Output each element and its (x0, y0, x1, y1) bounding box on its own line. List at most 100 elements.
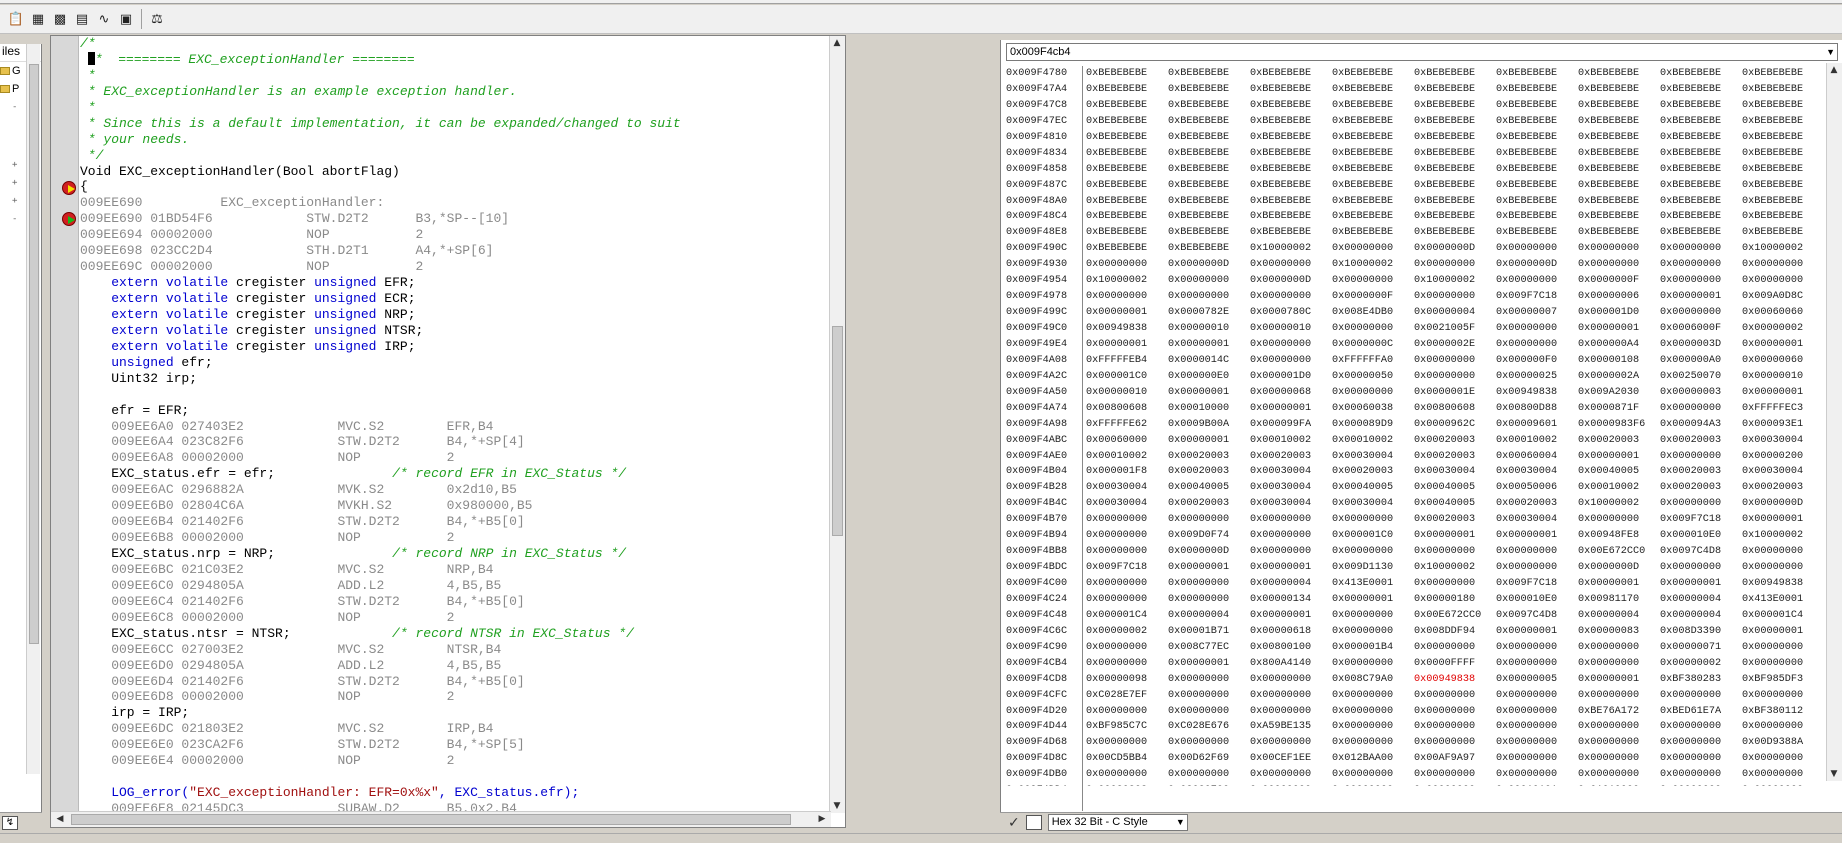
memory-value[interactable]: 0x00000004 (1578, 608, 1660, 624)
memory-value[interactable]: 0xBEBEBEBE (1086, 162, 1168, 178)
memory-value[interactable]: 0x009F7C18 (1496, 576, 1578, 592)
memory-value[interactable]: 0x00000000 (1496, 704, 1578, 720)
memory-value[interactable]: 0x00000001 (1742, 337, 1824, 353)
memory-value[interactable]: 0x00000000 (1578, 241, 1660, 257)
memory-value[interactable]: 0xBEBEBEBE (1742, 162, 1824, 178)
scroll-down-icon[interactable]: ▼ (1827, 767, 1841, 781)
memory-value[interactable]: 0xBEBEBEBE (1660, 225, 1742, 241)
memory-value[interactable]: 0x00000000 (1332, 273, 1414, 289)
memory-value[interactable]: 0x0000000D (1742, 496, 1824, 512)
code-line[interactable]: irp = IRP; (80, 705, 830, 721)
memory-value[interactable]: 0x00000001 (1578, 576, 1660, 592)
tree-expander-icon[interactable]: + (12, 178, 17, 188)
memory-value[interactable]: 0x00030004 (1332, 496, 1414, 512)
memory-value[interactable]: 0xBEBEBEBE (1168, 162, 1250, 178)
memory-value[interactable]: 0xBEBEBEBE (1332, 114, 1414, 130)
memory-value[interactable]: 0x00000002 (1742, 321, 1824, 337)
memory-value[interactable]: 0x00020003 (1660, 433, 1742, 449)
memory-value[interactable]: 0xBEBEBEBE (1742, 130, 1824, 146)
memory-value[interactable]: 0x00250070 (1660, 369, 1742, 385)
memory-value[interactable]: 0xBEBEBEBE (1332, 162, 1414, 178)
memory-value[interactable]: 0x00000000 (1250, 704, 1332, 720)
memory-value[interactable]: 0x00020003 (1742, 480, 1824, 496)
memory-row[interactable]: 0x009F4B4C 0x00030004 0x00020003 0x00030004… (1006, 496, 1826, 512)
memory-value[interactable]: 0x00030004 (1332, 449, 1414, 465)
memory-value[interactable]: 0xBEBEBEBE (1332, 209, 1414, 225)
memory-value[interactable]: 0x00020003 (1660, 464, 1742, 480)
memory-value[interactable]: 0x009F7C18 (1496, 289, 1578, 305)
memory-value[interactable]: 0x00000001 (1086, 305, 1168, 321)
memory-row[interactable]: 0x009F4CD8 0x00000098 0x00000000 0x00000000… (1006, 672, 1826, 688)
memory-value[interactable]: 0xBEBEBEBE (1086, 82, 1168, 98)
memory-value[interactable]: 0x0000962C (1414, 417, 1496, 433)
memory-value[interactable]: 0x00000001 (1578, 672, 1660, 688)
memory-value[interactable]: 0x000000E0 (1168, 369, 1250, 385)
memory-value[interactable]: 0x00000001 (1742, 385, 1824, 401)
memory-value[interactable]: 0xBEBEBEBE (1660, 82, 1742, 98)
memory-value[interactable]: 0x00000000 (1168, 735, 1250, 751)
memory-row[interactable]: 0x009F4858 0xBEBEBEBE 0xBEBEBEBE 0xBEBEBEBE… (1006, 162, 1826, 178)
memory-value[interactable]: 0x000001F8 (1086, 464, 1168, 480)
memory-value[interactable]: 0x0000002E (1414, 337, 1496, 353)
memory-value[interactable]: 0x008C79A0 (1332, 672, 1414, 688)
memory-value[interactable]: 0x00000000 (1414, 735, 1496, 751)
memory-value[interactable]: 0x00000180 (1414, 592, 1496, 608)
memory-value[interactable]: 0x000001C4 (1086, 608, 1168, 624)
memory-address-input[interactable]: 0x009F4cb4 ▼ (1006, 43, 1838, 61)
memory-row[interactable]: 0x009F4C48 0x000001C4 0x00000004 0x00000001… (1006, 608, 1826, 624)
memory-value[interactable]: 0xBEBEBEBE (1168, 130, 1250, 146)
memory-value[interactable]: 0xBEBEBEBE (1414, 82, 1496, 98)
memory-value[interactable]: 0xBEBEBEBE (1168, 209, 1250, 225)
memory-value[interactable]: 0x00000006 (1578, 289, 1660, 305)
scroll-up-icon[interactable]: ▲ (830, 36, 844, 50)
memory-row[interactable]: 0x009F4B94 0x00000000 0x009D0F74 0x00000000… (1006, 528, 1826, 544)
memory-value[interactable]: 0x0000003D (1660, 337, 1742, 353)
memory-value[interactable]: 0x00000000 (1496, 544, 1578, 560)
memory-value[interactable]: 0x00001B71 (1168, 624, 1250, 640)
memory-value[interactable]: 0x00E672CC0 (1414, 608, 1496, 624)
memory-value[interactable]: 0x00000000 (1332, 783, 1414, 786)
memory-value[interactable]: 0x00000000 (1496, 767, 1578, 783)
memory-value[interactable]: 0x00000000 (1742, 719, 1824, 735)
memory-value[interactable]: 0xBEBEBEBE (1578, 66, 1660, 82)
memory-row[interactable]: 0x009F499C 0x00000001 0x0000782E 0x0000780C… (1006, 305, 1826, 321)
memory-value[interactable]: 0xBEBEBEBE (1332, 82, 1414, 98)
memory-value[interactable]: 0x00000000 (1332, 321, 1414, 337)
memory-value[interactable]: 0xBEBEBEBE (1250, 209, 1332, 225)
memory-value[interactable]: 0x00CD5BB4 (1086, 751, 1168, 767)
memory-value[interactable]: 0xBEBEBEBE (1496, 82, 1578, 98)
memory-value[interactable]: 0x00000004 (1168, 608, 1250, 624)
memory-value[interactable]: 0x00000004 (1660, 608, 1742, 624)
source-editor[interactable]: /* * ======== EXC_exceptionHandler =====… (50, 35, 846, 828)
memory-value[interactable]: 0x009A0D8C (1742, 289, 1824, 305)
calculator-icon[interactable]: ▦ (28, 9, 48, 29)
memory-value[interactable]: 0x00949838 (1414, 672, 1496, 688)
memory-value[interactable]: 0x008D3390 (1660, 624, 1742, 640)
memory-value[interactable]: 0x00000000 (1086, 512, 1168, 528)
code-line[interactable]: * (80, 68, 830, 84)
memory-row[interactable]: 0x009F49E4 0x00000001 0x00000001 0x00000000… (1006, 337, 1826, 353)
memory-value[interactable]: 0xFFFFFEC3 (1742, 401, 1824, 417)
memory-value[interactable]: 0x00000001 (1414, 528, 1496, 544)
code-line[interactable]: Uint32 irp; (80, 371, 830, 387)
memory-value[interactable]: 0xBEBEBEBE (1742, 178, 1824, 194)
code-line[interactable]: */ (80, 148, 830, 164)
memory-value[interactable]: 0x00030004 (1250, 464, 1332, 480)
memory-value[interactable]: 0x0000000D (1168, 257, 1250, 273)
memory-value[interactable]: 0xBEBEBEBE (1578, 209, 1660, 225)
memory-value[interactable]: 0x00000000 (1496, 656, 1578, 672)
memory-value[interactable]: 0x00000000 (1414, 783, 1496, 786)
memory-value[interactable]: 0x00000000 (1332, 512, 1414, 528)
memory-value[interactable]: 0x10000002 (1742, 241, 1824, 257)
memory-row[interactable]: 0x009F4A98 0xFFFFFE62 0x0009B00A 0x000099FA… (1006, 417, 1826, 433)
memory-value[interactable]: 0x00000003 (1660, 385, 1742, 401)
memory-value[interactable]: 0xBEBEBEBE (1168, 178, 1250, 194)
memory-value[interactable]: 0x00000004 (1250, 576, 1332, 592)
code-line[interactable]: 009EE6C4 021402F6 STW.D2T2 B4,*+B5[0] (80, 594, 830, 610)
memory-value[interactable]: 0x00000001 (1086, 337, 1168, 353)
memory-value[interactable]: 0xBEBEBEBE (1086, 98, 1168, 114)
memory-value[interactable]: 0x00030004 (1496, 512, 1578, 528)
memory-value[interactable]: 0x00981170 (1578, 592, 1660, 608)
code-line[interactable]: 009EE698 023CC2D4 STH.D2T1 A4,*+SP[6] (80, 243, 830, 259)
memory-value[interactable]: 0x0097C4D8 (1496, 608, 1578, 624)
